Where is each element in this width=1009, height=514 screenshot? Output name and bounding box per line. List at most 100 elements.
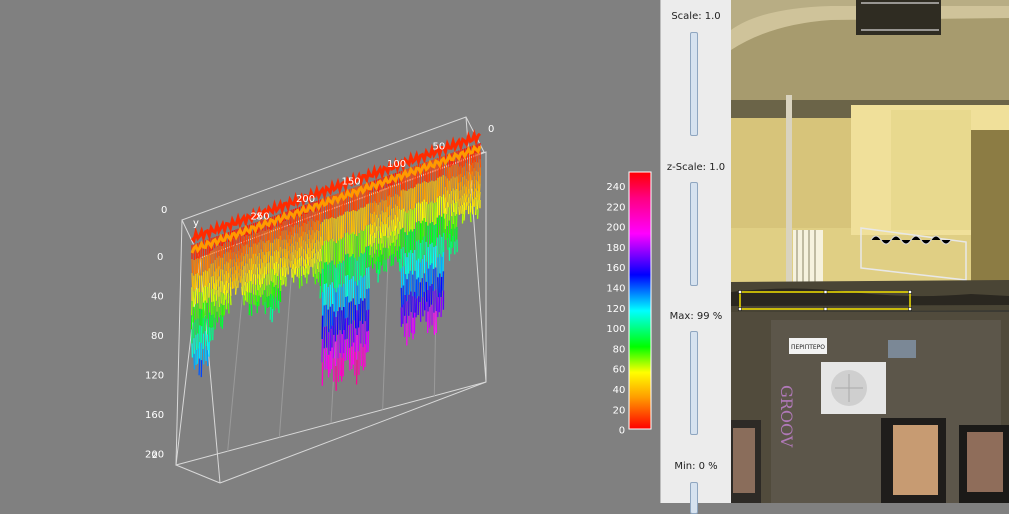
surface-segment <box>393 254 394 265</box>
surface-segment <box>273 269 274 282</box>
surface-segment <box>324 305 325 326</box>
surface-segment <box>284 276 285 285</box>
surface-segment <box>334 265 335 288</box>
surface-segment <box>478 172 479 181</box>
surface-plot-canvas[interactable]: 050100150200250 y x 0 04080120160200 z 2… <box>0 0 660 503</box>
surface-segment <box>480 159 481 167</box>
surface-segment <box>307 244 308 254</box>
surface-segment <box>428 311 429 332</box>
surface-segment <box>443 271 444 290</box>
surface-segment <box>430 286 431 307</box>
surface-segment <box>242 236 243 244</box>
surface-segment <box>255 285 256 295</box>
scale-slider[interactable] <box>690 32 698 136</box>
surface-segment <box>411 312 412 333</box>
surface-segment <box>386 260 387 272</box>
surface-segment <box>278 264 279 276</box>
y-top-tick: 0 <box>161 205 167 216</box>
surface-segment <box>345 318 346 339</box>
surface-segment <box>278 301 279 313</box>
source-image-preview[interactable]: ΠΕΡΙΠΤΕΡΟ GROOV <box>731 0 1009 503</box>
surface-segment <box>209 268 210 283</box>
surface-segment <box>315 274 316 284</box>
surface-segment <box>424 218 425 236</box>
surface-segment <box>378 244 379 257</box>
surface-segment <box>383 236 384 248</box>
surface-segment <box>234 266 235 273</box>
surface-segment <box>479 192 480 200</box>
surface-segment <box>359 233 360 257</box>
surface-segment <box>393 242 394 253</box>
surface-segment <box>253 233 254 243</box>
surface-segment <box>440 254 441 273</box>
z-tick-label: 120 <box>145 371 164 382</box>
surface-segment <box>280 280 281 291</box>
surface-segment <box>252 247 253 258</box>
surface-segment <box>468 189 469 197</box>
surface-segment <box>349 348 350 371</box>
surface-segment <box>457 176 458 189</box>
surface-segment <box>399 209 400 221</box>
surface-segment <box>351 256 352 279</box>
surface-segment <box>378 205 379 218</box>
colorbar-tick-label: 240 <box>606 182 625 193</box>
max-slider[interactable] <box>690 331 698 435</box>
surface-plot-svg[interactable]: 050100150200250 y x 0 04080120160200 z 2… <box>0 0 660 503</box>
x-tick-label: 0 <box>488 124 494 135</box>
colorbar-tick-label: 20 <box>613 405 626 416</box>
colorbar-tick-label: 100 <box>606 324 625 335</box>
surface-segment <box>391 255 392 266</box>
surface-segment <box>431 263 432 284</box>
surface-segment <box>344 284 345 307</box>
surface-segment <box>326 219 327 240</box>
surface-segment <box>205 255 206 270</box>
zscale-slider[interactable] <box>690 182 698 286</box>
min-slider[interactable] <box>690 482 698 514</box>
surface-segment <box>245 245 246 254</box>
surface-segment <box>226 290 227 300</box>
surface-segment <box>312 249 313 258</box>
surface-segment <box>442 217 443 237</box>
surface-segment <box>420 263 421 283</box>
surface-segment <box>290 260 291 267</box>
surface-segment <box>451 178 452 191</box>
z-tick-label: 160 <box>145 410 164 421</box>
surface-segment <box>316 230 317 240</box>
surface-segment <box>222 317 223 329</box>
surface-segment <box>341 239 342 263</box>
surface-segment <box>391 186 392 197</box>
surface-segment <box>312 240 313 249</box>
surface-segment <box>416 298 417 317</box>
surface-segment <box>405 190 406 211</box>
surface-segment <box>232 245 233 252</box>
surface-segment <box>395 236 396 246</box>
surface-segment <box>453 164 454 176</box>
surface-segment <box>353 298 354 320</box>
surface-segment <box>303 232 304 241</box>
surface-segment <box>426 262 427 282</box>
surface-segment <box>330 307 331 329</box>
surface-segment <box>267 286 268 297</box>
surface-segment <box>237 273 238 280</box>
surface-segment <box>441 297 442 317</box>
surface-segment <box>317 259 318 269</box>
x-tick-label: 50 <box>433 142 446 153</box>
surface-segment <box>319 252 320 262</box>
surface-segment <box>269 274 270 285</box>
surface-segment <box>259 232 260 243</box>
surface-segment <box>396 194 397 204</box>
surface-segment <box>195 289 196 304</box>
surface-segment <box>282 258 283 267</box>
surface-segment <box>248 264 249 274</box>
surface-segment <box>463 196 464 205</box>
surface-segment <box>365 321 366 344</box>
surface-segment <box>280 247 281 258</box>
surface-segment <box>478 209 479 218</box>
surface-segment <box>451 216 452 229</box>
surface-segment <box>234 237 235 244</box>
surface-segment <box>276 238 277 250</box>
surface-segment <box>307 214 308 224</box>
surface-segment <box>287 251 288 259</box>
surface-segment <box>461 198 462 206</box>
surface-segment <box>230 259 231 268</box>
